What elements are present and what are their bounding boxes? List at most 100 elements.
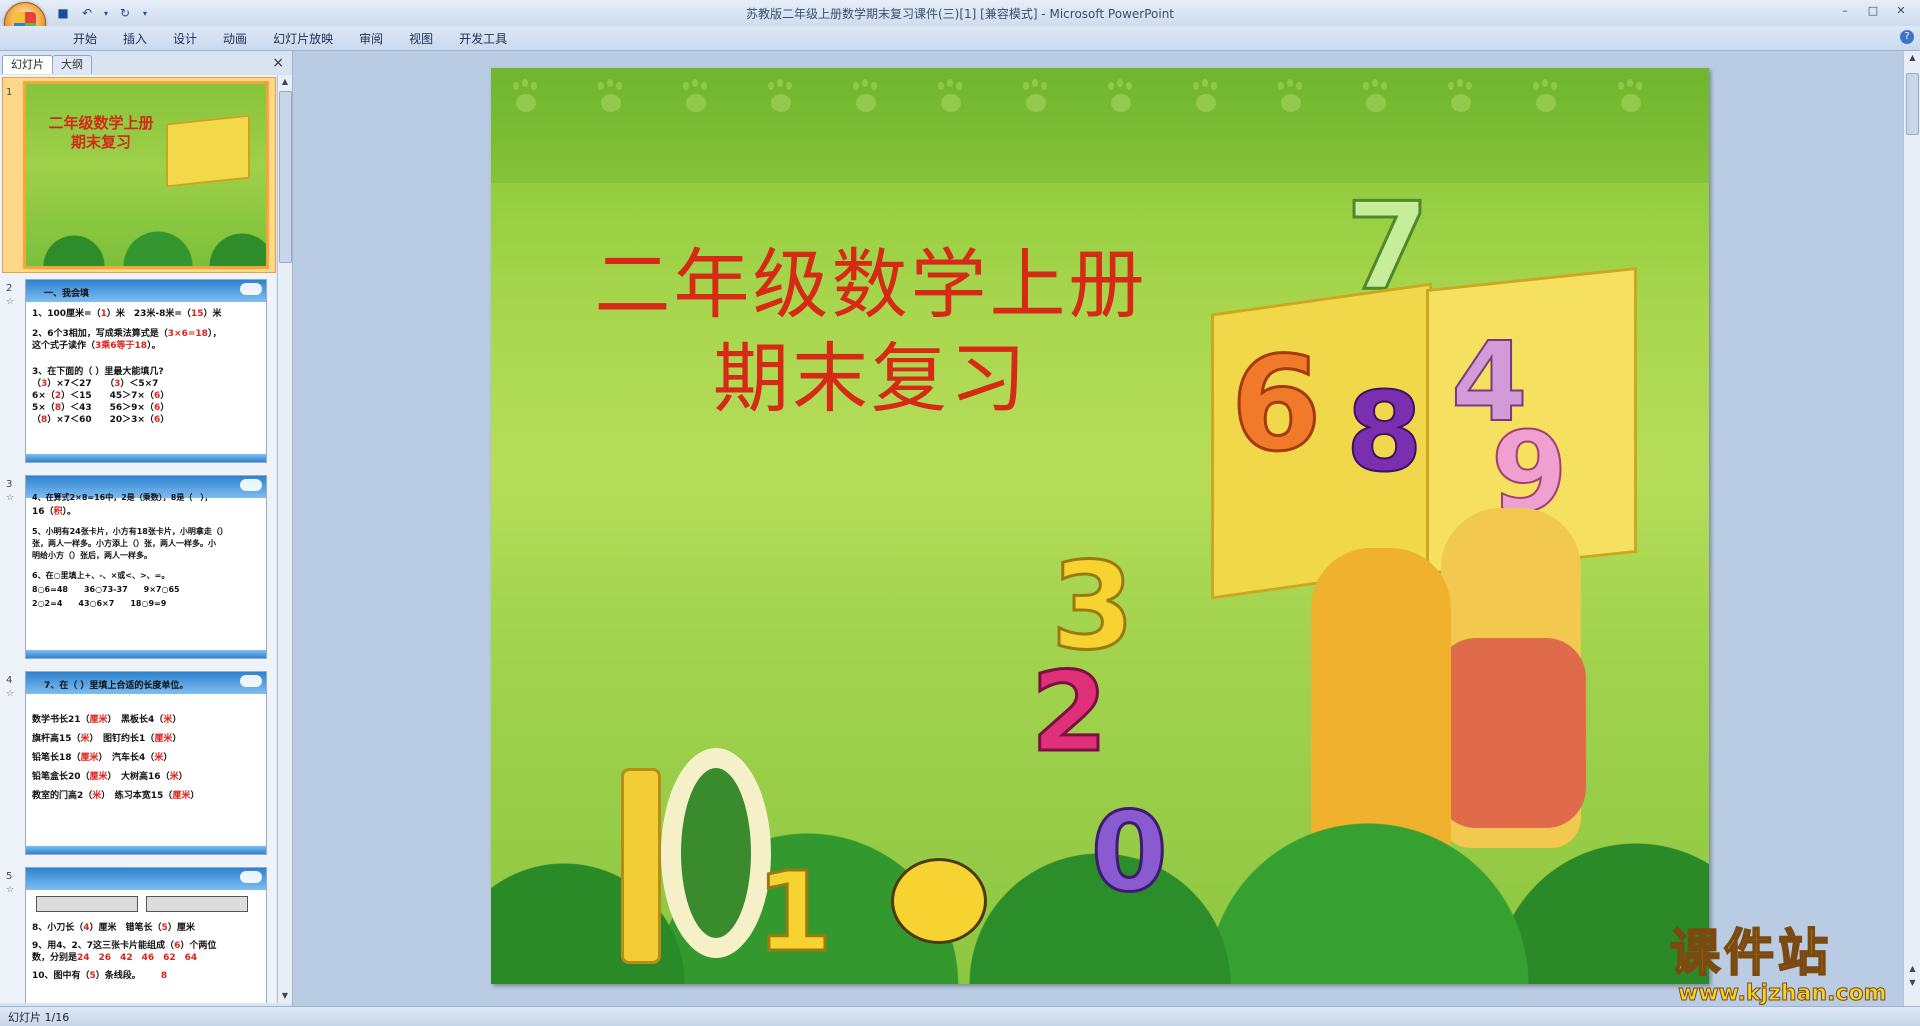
editor-scrollbar[interactable]: ▲ ▲ ▼ (1903, 51, 1920, 1006)
thumbnail-image: 4、在算式2×8=16中，2是（乘数），8是（ ）， 16（积）。 5、小明有2… (25, 475, 267, 659)
maximize-icon[interactable]: □ (1860, 2, 1886, 18)
close-icon[interactable]: ✕ (1888, 2, 1914, 18)
help-icon[interactable]: ? (1900, 30, 1914, 44)
ribbon: 开始 插入 设计 动画 幻灯片放映 审阅 视图 开发工具 ? (0, 26, 1920, 51)
animation-star-icon: ☆ (6, 885, 15, 895)
thumbnail-4[interactable]: 4 ☆ 7、在（ ）里填上合适的长度单位。 数学书长21（厘米） 黑板长4（米）… (0, 671, 276, 859)
thumbnail-heading: 7、在（ ）里填上合适的长度单位。 (44, 681, 189, 691)
bush-illustration (26, 230, 266, 266)
thumb-line: 5、小明有24张卡片，小方有18张卡片，小明拿走（） (32, 527, 228, 536)
number-zero-character: 0 (1090, 787, 1170, 918)
tab-outline[interactable]: 大纲 (52, 55, 92, 74)
animation-star-icon: ☆ (6, 689, 15, 699)
tab-slideshow[interactable]: 幻灯片放映 (260, 30, 346, 48)
thumbnail-image: 二年级数学上册 期末复习 (23, 81, 269, 269)
thumb-line: 教室的门高2（米） 练习本宽15（厘米） (32, 791, 200, 801)
number-one-shape (621, 768, 661, 964)
tab-animation[interactable]: 动画 (210, 30, 260, 48)
tab-design[interactable]: 设计 (160, 30, 210, 48)
tab-slides[interactable]: 幻灯片 (2, 55, 53, 74)
thumbnail-number: 2 (6, 283, 13, 294)
panel-close-icon[interactable]: × (272, 55, 284, 71)
paw-icon (1276, 80, 1306, 116)
scroll-down-icon[interactable]: ▼ (278, 989, 292, 1003)
panel-tabs: 幻灯片 大纲 × (0, 53, 292, 75)
animation-star-icon: ☆ (6, 493, 15, 503)
thumb-title-line-1: 二年级数学上册 (48, 114, 154, 132)
paw-icon (1616, 80, 1646, 116)
slide-title-line-2: 期末复习 (713, 334, 1029, 423)
thumbnail-number: 4 (6, 675, 13, 686)
thumb-line: 铅笔盒长20（厘米） 大树高16（米） (32, 772, 188, 782)
ribbon-tabs: 开始 插入 设计 动画 幻灯片放映 审阅 视图 开发工具 (60, 30, 520, 48)
thumb-line: 10、图中有（5）条线段。 8 (32, 971, 168, 981)
tab-home[interactable]: 开始 (60, 30, 110, 48)
paw-icon (511, 80, 541, 116)
top-band (491, 68, 1709, 183)
title-bar: ■ ↶ ▾ ↻ ▾ 苏教版二年级上册数学期末复习课件(三)[1] [兼容模式] … (0, 0, 1920, 44)
window-title: 苏教版二年级上册数学期末复习课件(三)[1] [兼容模式] - Microsof… (746, 7, 1174, 21)
scroll-up-icon[interactable]: ▲ (278, 75, 292, 89)
tab-insert[interactable]: 插入 (110, 30, 160, 48)
paw-icon (596, 80, 626, 116)
tab-view[interactable]: 视图 (396, 30, 446, 48)
thumbnail-scrollbar[interactable]: ▲ ▼ (277, 75, 292, 1003)
thumb-line: 数学书长21（厘米） 黑板长4（米） (32, 715, 182, 725)
slides-panel: 幻灯片 大纲 × 1 二年级数学上册 期末复习 2 ☆ 一、我会填 1、100厘… (0, 51, 293, 1006)
minimize-icon[interactable]: – (1832, 2, 1858, 18)
thumbnail-1[interactable]: 1 二年级数学上册 期末复习 (0, 77, 276, 273)
number-zero-shape (661, 748, 771, 958)
thumbnail-title: 二年级数学上册 期末复习 (36, 114, 166, 152)
current-slide[interactable]: 二年级数学上册 期末复习 7 6 8 4 9 3 2 1 0 (491, 68, 1709, 984)
thumbnail-image: 一、我会填 1、100厘米=（1）米 23米-8米=（15）米 2、6个3相加，… (25, 279, 267, 463)
thumb-line: （8）×7＜60 20＞3×（6） (32, 415, 170, 425)
paw-icon (851, 80, 881, 116)
animation-star-icon: ☆ (6, 297, 15, 307)
thumbnail-header (26, 868, 266, 890)
thumbnail-footer (26, 454, 266, 462)
slide-editor: 二年级数学上册 期末复习 7 6 8 4 9 3 2 1 0 (293, 51, 1903, 1006)
ruler-illustration (36, 896, 138, 912)
thumb-line: 1、100厘米=（1）米 23米-8米=（15）米 (32, 309, 222, 319)
thumbnail-number: 5 (6, 871, 13, 882)
thumb-line: 16（积）。 (32, 507, 77, 517)
paw-icon (936, 80, 966, 116)
paw-icon (1106, 80, 1136, 116)
thumbnail-3[interactable]: 3 ☆ 4、在算式2×8=16中，2是（乘数），8是（ ）， 16（积）。 5、… (0, 475, 276, 663)
scroll-thumb[interactable] (1906, 73, 1919, 135)
tab-developer[interactable]: 开发工具 (446, 30, 520, 48)
thumb-line: 2○2=4 43○6×7 18○9=9 (32, 599, 167, 608)
thumb-line: 数，分别是24 26 42 46 62 64 (32, 953, 198, 963)
thumb-line: 张，两人一样多。小方添上（）张，两人一样多。小 (32, 539, 216, 548)
tab-review[interactable]: 审阅 (346, 30, 396, 48)
cloud-icon (240, 675, 262, 687)
thumb-line: 铅笔长18（厘米） 汽车长4（米） (32, 753, 173, 763)
slide-counter: 幻灯片 1/16 (8, 1011, 70, 1024)
paw-icon (766, 80, 796, 116)
paw-icon (1021, 80, 1051, 116)
thumb-line: 旗杆高15（米） 图钉约长1（厘米） (32, 734, 182, 744)
thumbnail-number: 3 (6, 479, 13, 490)
book-illustration (166, 114, 250, 188)
thumb-title-line-2: 期末复习 (70, 133, 131, 151)
window-controls: – □ ✕ (1832, 2, 1914, 18)
slide-title[interactable]: 二年级数学上册 期末复习 (571, 238, 1171, 426)
thumb-line: 6、在○里填上+、-、×或<、>、=。 (32, 571, 170, 580)
paw-icon (1446, 80, 1476, 116)
watermark-text: 课件站 (1669, 924, 1832, 982)
number-one-character: 1 (755, 847, 835, 978)
thumbnail-number: 1 (6, 87, 13, 98)
slide-title-line-1: 二年级数学上册 (594, 240, 1148, 329)
number-six-character: 6 (1229, 327, 1322, 482)
thumbnail-5[interactable]: 5 ☆ 8、小刀长（4）厘米 错笔长（5）厘米 9、用4、2、7这三张卡片能组成… (0, 867, 276, 1003)
ruler-illustration (146, 896, 248, 912)
thumb-line: 8、小刀长（4）厘米 错笔长（5）厘米 (32, 923, 195, 933)
scroll-thumb[interactable] (279, 91, 292, 263)
scroll-up-icon[interactable]: ▲ (1904, 51, 1920, 65)
status-bar: 幻灯片 1/16 (0, 1006, 1920, 1026)
thumbnail-2[interactable]: 2 ☆ 一、我会填 1、100厘米=（1）米 23米-8米=（15）米 2、6个… (0, 279, 276, 467)
thumbnail-list: 1 二年级数学上册 期末复习 2 ☆ 一、我会填 1、100厘米=（1）米 23… (0, 75, 276, 1003)
thumbnail-heading: 一、我会填 (44, 289, 90, 299)
bee-character (891, 858, 987, 944)
cloud-icon (240, 479, 262, 491)
